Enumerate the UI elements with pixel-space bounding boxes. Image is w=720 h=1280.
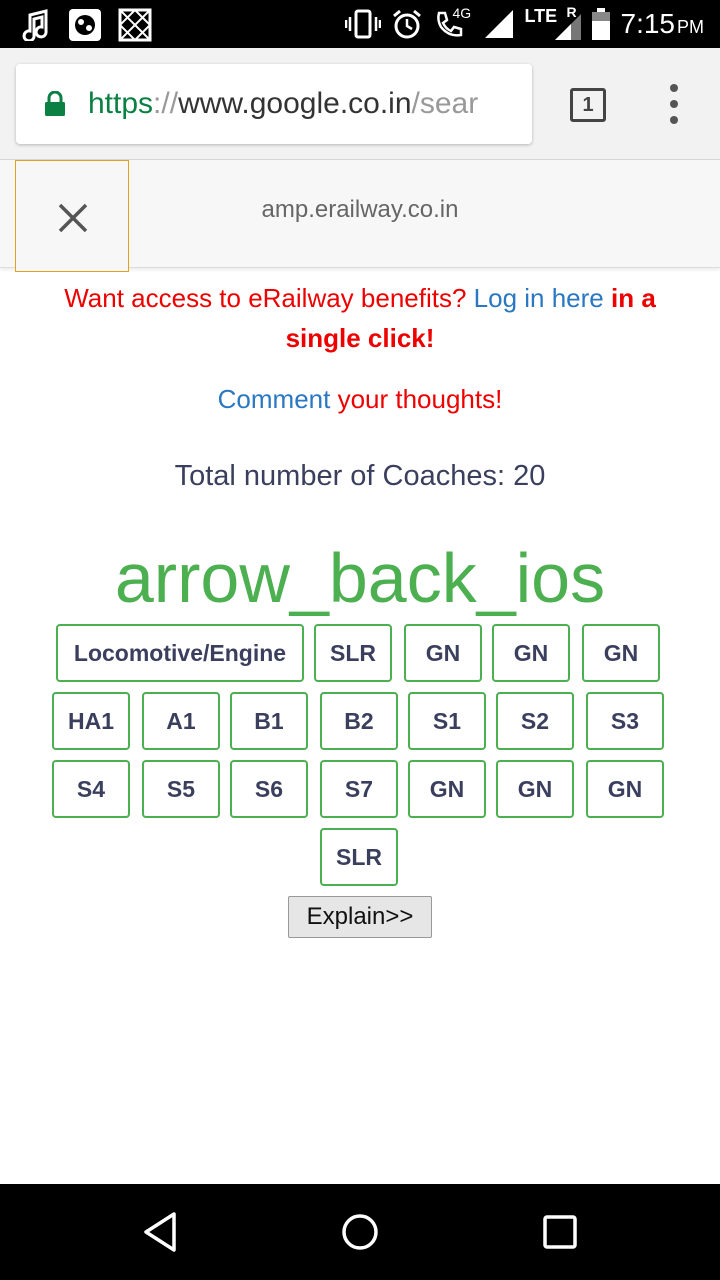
coach-s1[interactable]: S1 <box>408 692 486 750</box>
wifi-call-icon: 4G <box>433 5 473 41</box>
amp-close-button[interactable] <box>15 160 129 272</box>
url-separator: :// <box>153 87 179 120</box>
signal-icon <box>484 10 513 38</box>
coach-s6[interactable]: S6 <box>230 760 308 818</box>
coach-gn[interactable]: GN <box>582 624 660 682</box>
url-scheme: https <box>88 87 154 120</box>
music-note-icon <box>22 9 48 41</box>
coach-s3[interactable]: S3 <box>586 692 664 750</box>
network-sub-label: 4G <box>452 5 472 21</box>
login-link[interactable]: Log in here <box>474 283 604 313</box>
comment-prompt: Comment your thoughts! <box>0 384 720 415</box>
status-bar: 4G LTE R 7:15 PM <box>0 0 720 48</box>
browser-toolbar: https://www.google.co.in/sear 1 <box>0 48 720 160</box>
url-host: www.google.co.in <box>178 87 412 120</box>
coach-s5[interactable]: S5 <box>142 760 220 818</box>
coach-s2[interactable]: S2 <box>496 692 574 750</box>
url-path: /sear <box>411 87 479 120</box>
coach-slr[interactable]: SLR <box>320 828 398 886</box>
back-icon[interactable] <box>140 1210 180 1254</box>
time-text: 7:15 <box>620 8 676 39</box>
amp-domain: amp.erailway.co.in <box>261 196 459 223</box>
battery-icon <box>591 8 610 40</box>
coach-s4[interactable]: S4 <box>52 760 130 818</box>
comment-rest: your thoughts! <box>330 384 503 414</box>
game-app-icon <box>69 9 101 41</box>
tab-switcher-button[interactable]: 1 <box>570 88 606 122</box>
coach-locomotive[interactable]: Locomotive/Engine <box>56 624 304 682</box>
coach-gn[interactable]: GN <box>496 760 574 818</box>
coach-gn[interactable]: GN <box>404 624 482 682</box>
coach-b1[interactable]: B1 <box>230 692 308 750</box>
total-coaches: Total number of Coaches: 20 <box>174 460 546 492</box>
url-bar[interactable]: https://www.google.co.in/sear <box>16 64 532 144</box>
lock-icon <box>45 91 65 116</box>
lte-signal: LTE R <box>525 4 581 42</box>
amp-header: amp.erailway.co.in <box>0 160 720 272</box>
home-icon[interactable] <box>340 1212 380 1252</box>
coach-a1[interactable]: A1 <box>142 692 220 750</box>
android-nav-bar <box>0 1184 720 1280</box>
time-ampm: PM <box>677 17 704 37</box>
url-text[interactable]: https://www.google.co.in/sear <box>88 84 478 124</box>
gallery-app-icon <box>118 8 152 42</box>
explain-button[interactable]: Explain>> <box>288 896 432 938</box>
coach-s7[interactable]: S7 <box>320 760 398 818</box>
login-promo: Want access to eRailway benefits? Log in… <box>30 278 690 358</box>
close-icon <box>58 203 88 233</box>
recents-icon[interactable] <box>542 1214 578 1250</box>
comment-link[interactable]: Comment <box>218 384 331 414</box>
overflow-menu-icon[interactable] <box>660 84 688 124</box>
alarm-icon <box>392 9 421 39</box>
coach-b2[interactable]: B2 <box>320 692 398 750</box>
coach-slr[interactable]: SLR <box>314 624 392 682</box>
coach-ha1[interactable]: HA1 <box>52 692 130 750</box>
status-time: 7:15 PM <box>621 8 705 40</box>
promo-prefix: Want access to eRailway benefits? <box>64 283 474 313</box>
coach-gn[interactable]: GN <box>408 760 486 818</box>
coach-gn[interactable]: GN <box>586 760 664 818</box>
arrow-back-icon-text[interactable]: arrow_back_ios <box>0 538 720 618</box>
vibrate-icon <box>344 9 381 39</box>
coach-gn[interactable]: GN <box>492 624 570 682</box>
